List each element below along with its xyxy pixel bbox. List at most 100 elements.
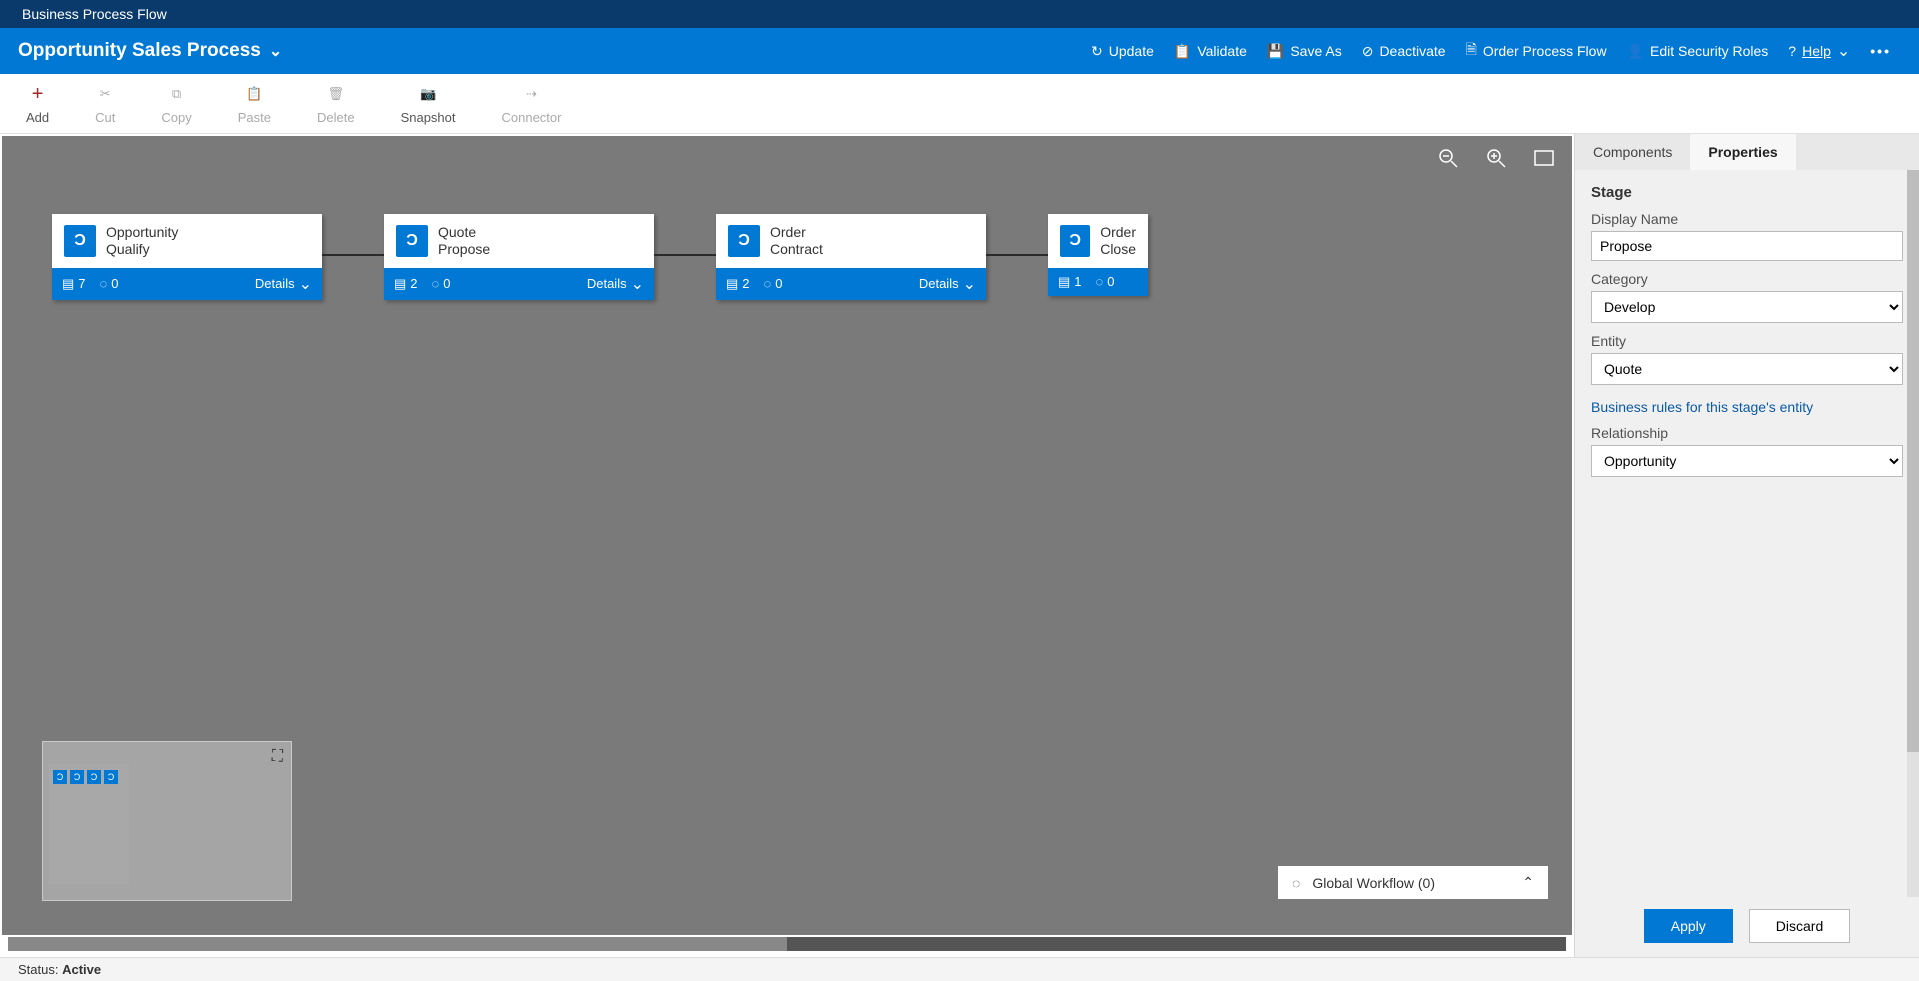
global-workflow-label: Global Workflow (0) bbox=[1312, 875, 1435, 891]
display-name-input[interactable] bbox=[1591, 231, 1903, 261]
canvas[interactable]: Ͻ Opportunity Qualify ▤ 7 ◌ 0 Details bbox=[2, 136, 1572, 935]
status-bar: Status: Active bbox=[0, 957, 1919, 981]
stage-contract[interactable]: Ͻ Order Contract ▤ 2 ◌ 0 Details bbox=[716, 214, 986, 300]
scrollbar-thumb[interactable] bbox=[1907, 170, 1919, 752]
help-icon: ? bbox=[1788, 43, 1796, 59]
clipboard-icon: 📋 bbox=[1174, 43, 1191, 60]
stage-icon: Ͻ bbox=[1060, 225, 1090, 257]
apply-button[interactable]: Apply bbox=[1644, 909, 1733, 943]
panel-body: Stage Display Name Category Develop Enti… bbox=[1575, 170, 1919, 895]
stage-entity: Opportunity bbox=[106, 224, 178, 241]
camera-icon: 📷 bbox=[418, 84, 438, 104]
trash-icon: 🗑 bbox=[326, 84, 346, 104]
page-icon: 🗎 bbox=[1466, 39, 1477, 63]
chevron-up-icon[interactable]: ⌃ bbox=[1522, 874, 1534, 891]
chevron-down-icon bbox=[1837, 41, 1850, 61]
command-bar: Opportunity Sales Process ↻ Update 📋 Val… bbox=[0, 28, 1919, 74]
discard-button[interactable]: Discard bbox=[1749, 909, 1850, 943]
zoom-in-button[interactable] bbox=[1484, 146, 1508, 170]
zoom-out-button[interactable] bbox=[1436, 146, 1460, 170]
connector-line bbox=[986, 254, 1048, 256]
chevron-down-icon bbox=[299, 274, 312, 294]
business-rules-link[interactable]: Business rules for this stage's entity bbox=[1591, 399, 1903, 415]
category-select[interactable]: Develop bbox=[1591, 291, 1903, 323]
category-label: Category bbox=[1591, 271, 1903, 287]
paste-button[interactable]: 📋 Paste bbox=[230, 80, 279, 129]
stage-close[interactable]: Ͻ Order Close ▤ 1 ◌ 0 bbox=[1048, 214, 1148, 296]
entity-select[interactable]: Quote bbox=[1591, 353, 1903, 385]
minimap-stages: Ͻ Ͻ Ͻ Ͻ bbox=[53, 770, 118, 784]
connector-line bbox=[654, 254, 716, 256]
stage-entity: Order bbox=[1100, 224, 1136, 241]
workflow-count: ◌ 0 bbox=[432, 276, 451, 291]
vertical-scrollbar[interactable] bbox=[1907, 170, 1919, 897]
steps-count: ▤ 7 bbox=[62, 276, 86, 292]
stage-qualify[interactable]: Ͻ Opportunity Qualify ▤ 7 ◌ 0 Details bbox=[52, 214, 322, 300]
expand-icon[interactable]: ⛶ bbox=[272, 748, 283, 766]
paste-label: Paste bbox=[238, 110, 271, 125]
panel-heading: Stage bbox=[1591, 184, 1903, 201]
validate-label: Validate bbox=[1197, 43, 1247, 59]
paste-icon: 📋 bbox=[244, 84, 264, 104]
validate-button[interactable]: 📋 Validate bbox=[1164, 37, 1257, 66]
connector-icon: ⇢ bbox=[521, 84, 541, 104]
minimap-stage-icon: Ͻ bbox=[70, 770, 84, 784]
entity-label: Entity bbox=[1591, 333, 1903, 349]
display-name-label: Display Name bbox=[1591, 211, 1903, 227]
snapshot-label: Snapshot bbox=[401, 110, 456, 125]
save-icon: 💾 bbox=[1267, 43, 1284, 60]
flow-title[interactable]: Opportunity Sales Process bbox=[18, 40, 282, 62]
more-button[interactable]: ••• bbox=[1860, 37, 1901, 65]
add-button[interactable]: + Add bbox=[18, 80, 57, 129]
minimap-stage-icon: Ͻ bbox=[87, 770, 101, 784]
copy-button[interactable]: ⧉ Copy bbox=[153, 80, 199, 129]
person-icon: 👤 bbox=[1627, 43, 1644, 60]
chevron-down-icon bbox=[963, 274, 976, 294]
status-value: Active bbox=[62, 962, 101, 977]
delete-label: Delete bbox=[317, 110, 355, 125]
help-button[interactable]: ? Help bbox=[1778, 35, 1860, 67]
stages-row: Ͻ Opportunity Qualify ▤ 7 ◌ 0 Details bbox=[52, 214, 1148, 300]
stage-propose[interactable]: Ͻ Quote Propose ▤ 2 ◌ 0 Details bbox=[384, 214, 654, 300]
scrollbar-thumb[interactable] bbox=[8, 937, 787, 951]
connector-line bbox=[322, 254, 384, 256]
cut-button[interactable]: ✂ Cut bbox=[87, 80, 123, 129]
details-toggle[interactable]: Details bbox=[919, 274, 976, 294]
snapshot-button[interactable]: 📷 Snapshot bbox=[393, 80, 464, 129]
fit-screen-button[interactable] bbox=[1532, 146, 1556, 170]
properties-panel: Components Properties Stage Display Name… bbox=[1574, 134, 1919, 957]
minimap[interactable]: ⛶ Ͻ Ͻ Ͻ Ͻ bbox=[42, 741, 292, 901]
titlebar: Business Process Flow bbox=[0, 0, 1919, 28]
titlebar-text: Business Process Flow bbox=[22, 6, 167, 22]
security-button[interactable]: 👤 Edit Security Roles bbox=[1617, 37, 1779, 66]
details-toggle[interactable]: Details bbox=[255, 274, 312, 294]
canvas-tools bbox=[1436, 146, 1556, 170]
orderflow-button[interactable]: 🗎 Order Process Flow bbox=[1456, 33, 1617, 69]
scissors-icon: ✂ bbox=[95, 84, 115, 104]
stage-entity: Quote bbox=[438, 224, 490, 241]
status-label: Status: bbox=[18, 962, 58, 977]
tab-components[interactable]: Components bbox=[1575, 134, 1690, 170]
relationship-select[interactable]: Opportunity bbox=[1591, 445, 1903, 477]
tab-properties[interactable]: Properties bbox=[1690, 134, 1795, 170]
panel-tabs: Components Properties bbox=[1575, 134, 1919, 170]
flow-title-text: Opportunity Sales Process bbox=[18, 40, 261, 62]
delete-button[interactable]: 🗑 Delete bbox=[309, 80, 363, 129]
global-workflow-bar[interactable]: ◌ Global Workflow (0) ⌃ bbox=[1278, 866, 1548, 899]
saveas-label: Save As bbox=[1290, 43, 1341, 59]
minimap-stage-icon: Ͻ bbox=[104, 770, 118, 784]
panel-footer: Apply Discard bbox=[1575, 895, 1919, 957]
stage-icon: Ͻ bbox=[64, 225, 96, 257]
canvas-wrap: Ͻ Opportunity Qualify ▤ 7 ◌ 0 Details bbox=[0, 134, 1574, 957]
stage-icon: Ͻ bbox=[728, 225, 760, 257]
help-label: Help bbox=[1802, 43, 1831, 59]
update-button[interactable]: ↻ Update bbox=[1081, 37, 1164, 66]
deactivate-button[interactable]: ⊘ Deactivate bbox=[1352, 37, 1456, 66]
connector-button[interactable]: ⇢ Connector bbox=[494, 80, 570, 129]
horizontal-scrollbar[interactable] bbox=[8, 937, 1566, 951]
relationship-label: Relationship bbox=[1591, 425, 1903, 441]
details-toggle[interactable]: Details bbox=[587, 274, 644, 294]
stage-name: Propose bbox=[438, 241, 490, 258]
copy-icon: ⧉ bbox=[167, 84, 187, 104]
saveas-button[interactable]: 💾 Save As bbox=[1257, 37, 1352, 66]
